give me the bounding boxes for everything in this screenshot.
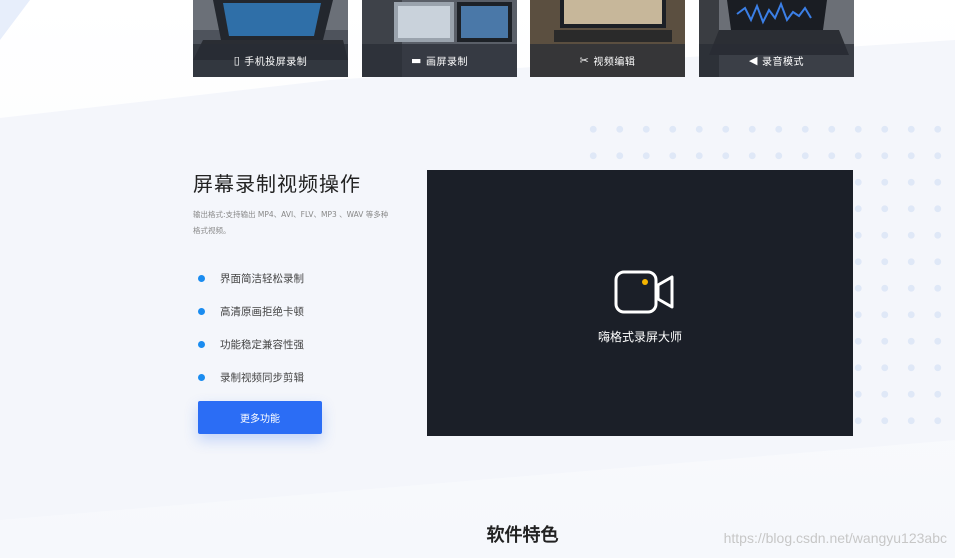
mode-caption: ▬ 画屏录制	[362, 44, 517, 77]
mode-caption: ▯ 手机投屏录制	[193, 44, 348, 77]
bullet-icon	[198, 275, 205, 282]
bullet-icon	[198, 308, 205, 315]
mode-caption: ◀ 录音模式	[699, 44, 854, 77]
section-title: 屏幕录制视频操作	[193, 172, 361, 196]
mode-label: 视频编辑	[593, 57, 636, 68]
feature-item: 界面简洁轻松录制	[198, 262, 304, 295]
mode-card-window[interactable]: ▬ 画屏录制	[362, 0, 517, 77]
mode-caption: ✂ 视频编辑	[530, 44, 685, 77]
mode-card-audio[interactable]: ◀ 录音模式	[699, 0, 854, 77]
speaker-icon: ◀	[749, 54, 758, 67]
mode-label: 手机投屏录制	[244, 57, 308, 68]
feature-label: 高清原画拒绝卡顿	[220, 306, 304, 318]
mode-label: 画屏录制	[425, 57, 468, 68]
mode-card-phone[interactable]: ▯ 手机投屏录制	[193, 0, 348, 77]
feature-item: 高清原画拒绝卡顿	[198, 295, 304, 328]
feature-item: 录制视频同步剪辑	[198, 361, 304, 394]
player-label: 嗨格式录屏大师	[597, 330, 682, 344]
more-features-button[interactable]: 更多功能	[198, 401, 322, 434]
bullet-icon	[198, 374, 205, 381]
scissors-icon: ✂	[579, 54, 590, 67]
feature-item: 功能稳定兼容性强	[198, 328, 304, 361]
feature-list: 界面简洁轻松录制 高清原画拒绝卡顿 功能稳定兼容性强 录制视频同步剪辑	[198, 262, 304, 394]
video-camera-icon	[614, 270, 674, 314]
bullet-icon	[198, 341, 205, 348]
phone-icon: ▯	[233, 54, 241, 67]
feature-label: 功能稳定兼容性强	[220, 339, 304, 351]
mode-label: 录音模式	[761, 57, 804, 68]
section-description: 输出格式:支持输出 MP4、AVI、FLV、MP3 、WAV 等多种格式视频。	[193, 210, 389, 235]
window-icon: ▬	[411, 54, 422, 67]
mode-cards: ▯ 手机投屏录制 ▬ 画屏录制 ✂ 视频编辑 ◀ 录音模式	[193, 0, 854, 77]
video-player[interactable]: 嗨格式录屏大师	[427, 170, 853, 436]
mode-card-edit[interactable]: ✂ 视频编辑	[530, 0, 685, 77]
watermark: https://blog.csdn.net/wangyu123abc	[723, 530, 947, 546]
feature-label: 界面简洁轻松录制	[220, 273, 304, 285]
feature-label: 录制视频同步剪辑	[220, 372, 304, 384]
